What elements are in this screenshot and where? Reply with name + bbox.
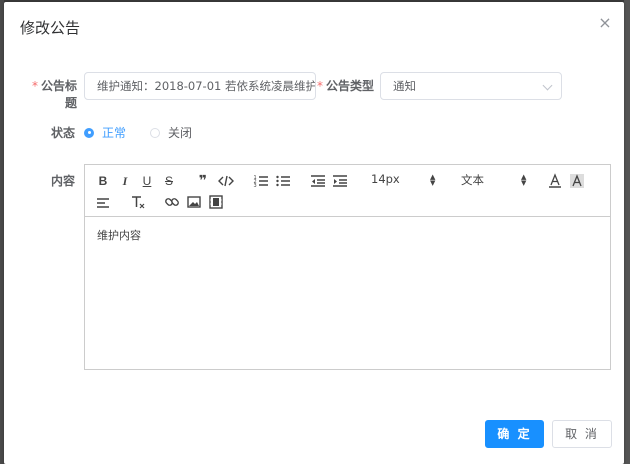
bullet-list-icon[interactable] [275, 173, 291, 189]
status-radio-normal[interactable]: 正常 [84, 124, 126, 141]
picker-arrows-icon: ▲ ▼ [521, 173, 527, 187]
title-input[interactable]: 维护通知：2018-07-01 若依系统凌晨维护 [84, 72, 316, 100]
outdent-icon[interactable] [310, 173, 326, 189]
status-radio-closed[interactable]: 关闭 [150, 124, 192, 141]
italic-icon[interactable]: I [117, 173, 133, 189]
rich-text-editor: B I U S ❞ 123 14px ▲ ▼ 文本 ▲ ▼ 维护内容 [84, 164, 611, 370]
video-icon[interactable] [208, 194, 224, 210]
required-mark: * [316, 79, 323, 93]
content-label: 内容 [50, 174, 75, 188]
radio-unchecked-icon [150, 127, 160, 138]
code-block-icon[interactable] [218, 173, 234, 189]
indent-icon[interactable] [332, 173, 348, 189]
bold-icon[interactable]: B [95, 173, 111, 189]
background-color-icon[interactable] [569, 173, 585, 189]
type-label: * 公告类型 [316, 79, 374, 93]
cancel-button[interactable]: 取 消 [552, 420, 612, 448]
svg-text:3: 3 [254, 183, 257, 189]
status-radio-closed-label: 关闭 [168, 126, 193, 140]
type-select[interactable]: 通知 [380, 72, 562, 100]
picker-arrows-icon: ▲ ▼ [430, 173, 436, 187]
dialog-title: 修改公告 [20, 19, 81, 37]
ordered-list-icon[interactable]: 123 [253, 173, 269, 189]
type-select-value: 通知 [393, 79, 416, 93]
font-color-icon[interactable] [547, 173, 563, 189]
header-picker[interactable]: 文本 [461, 172, 484, 188]
backdrop-right [624, 0, 630, 464]
clear-format-icon[interactable] [130, 194, 146, 210]
underline-icon[interactable]: U [139, 173, 155, 189]
radio-checked-icon [84, 127, 94, 138]
strike-icon[interactable]: S [161, 173, 177, 189]
blockquote-icon[interactable]: ❞ [195, 173, 211, 189]
font-size-picker[interactable]: 14px [371, 172, 400, 186]
edit-notice-dialog: 修改公告 × * 公告标题 维护通知：2018-07-01 若依系统凌晨维护 * 公… [4, 2, 624, 464]
confirm-button[interactable]: 确 定 [485, 420, 544, 448]
status-label: 状态 [50, 126, 75, 140]
chevron-down-icon [542, 80, 553, 91]
status-radio-normal-label: 正常 [102, 126, 127, 140]
close-icon[interactable]: × [598, 15, 612, 31]
editor-toolbar: B I U S ❞ 123 14px ▲ ▼ 文本 ▲ ▼ [85, 165, 610, 217]
title-label: * 公告标题 [31, 79, 77, 110]
editor-content[interactable]: 维护内容 [97, 227, 141, 243]
image-icon[interactable] [186, 194, 202, 210]
link-icon[interactable] [164, 194, 180, 210]
required-mark: * [31, 79, 38, 93]
align-icon[interactable] [95, 194, 111, 210]
